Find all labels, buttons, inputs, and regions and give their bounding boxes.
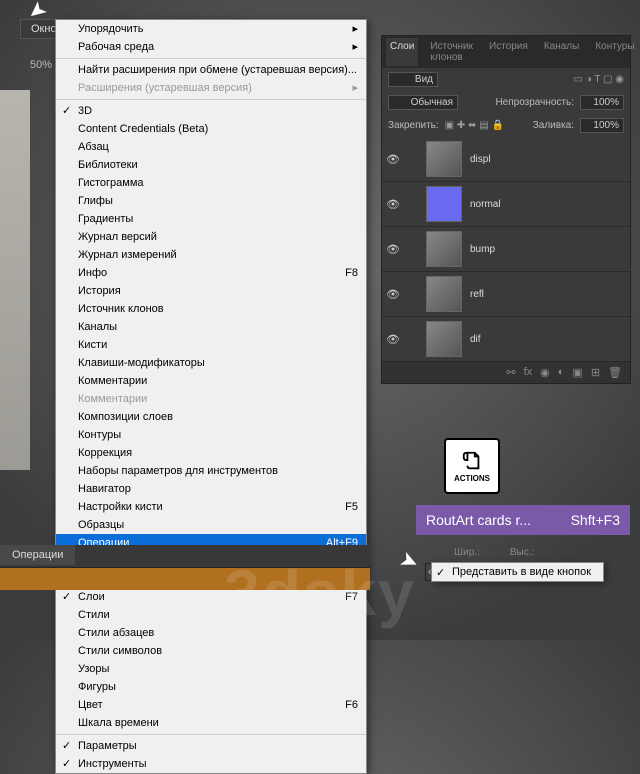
- menu-item[interactable]: Стили: [56, 606, 366, 624]
- blend-mode-select[interactable]: Обычная: [388, 95, 458, 110]
- check-icon: ✓: [436, 566, 445, 579]
- adjustment-icon[interactable]: ◐: [558, 366, 565, 379]
- layer-row[interactable]: 👁 normal: [382, 182, 630, 227]
- menu-item[interactable]: Кисти: [56, 336, 366, 354]
- group-icon[interactable]: ▣: [572, 366, 582, 379]
- dimension-labels: Шир.:Выс.:: [454, 547, 534, 558]
- layer-thumbnail[interactable]: [426, 276, 462, 312]
- layer-thumbnail[interactable]: [426, 186, 462, 222]
- visibility-icon[interactable]: 👁: [386, 153, 400, 166]
- panel-tabs: СлоиИсточник клоновИсторияКаналыКонтуры«: [382, 36, 630, 68]
- layer-row[interactable]: 👁 displ: [382, 137, 630, 182]
- layer-name[interactable]: displ: [470, 154, 491, 165]
- tutorial-arrow-2: ➤: [395, 545, 423, 576]
- layer-thumbnail[interactable]: [426, 231, 462, 267]
- actions-panel-body[interactable]: [0, 567, 370, 590]
- panel-tab[interactable]: Контуры: [591, 38, 638, 66]
- layer-name[interactable]: refl: [470, 289, 484, 300]
- menu-item[interactable]: Расширения (устаревшая версия)▸: [56, 79, 366, 97]
- menu-item[interactable]: Журнал версий: [56, 228, 366, 246]
- menu-item[interactable]: Образцы: [56, 516, 366, 534]
- menu-item[interactable]: Градиенты: [56, 210, 366, 228]
- menu-item[interactable]: Композиции слоев: [56, 408, 366, 426]
- lock-icons[interactable]: ▣ ✚ ⬌ ▤ 🔒: [445, 120, 504, 131]
- layer-name[interactable]: normal: [470, 199, 501, 210]
- action-shortcut: Shft+F3: [571, 512, 620, 528]
- menu-item[interactable]: Источник клонов: [56, 300, 366, 318]
- button-mode-item[interactable]: ✓ Представить в виде кнопок: [432, 563, 603, 581]
- window-dropdown-menu: Упорядочить▸Рабочая среда▸ Найти расширен…: [55, 19, 367, 774]
- menu-item[interactable]: ✓Параметры: [56, 737, 366, 755]
- layers-panel: СлоиИсточник клоновИсторияКаналыКонтуры«…: [381, 35, 631, 384]
- action-name: RoutArt cards r...: [426, 512, 531, 528]
- fill-value[interactable]: 100%: [580, 118, 624, 133]
- menu-item[interactable]: Гистограмма: [56, 174, 366, 192]
- script-icon: [461, 450, 483, 472]
- menu-item[interactable]: ✓Инструменты: [56, 755, 366, 773]
- link-layers-icon[interactable]: ⚯: [506, 366, 515, 379]
- menu-item[interactable]: Упорядочить▸: [56, 20, 366, 38]
- actions-panel: Операции: [0, 545, 370, 590]
- menu-item[interactable]: Комментарии: [56, 390, 366, 408]
- menu-item[interactable]: ✓СлоиF7: [56, 588, 366, 606]
- visibility-icon[interactable]: 👁: [386, 198, 400, 211]
- layer-thumbnail[interactable]: [426, 321, 462, 357]
- layer-name[interactable]: bump: [470, 244, 495, 255]
- layer-thumbnail[interactable]: [426, 141, 462, 177]
- opacity-value[interactable]: 100%: [580, 95, 624, 110]
- menu-item[interactable]: Фигуры: [56, 678, 366, 696]
- menu-item[interactable]: Каналы: [56, 318, 366, 336]
- layers-panel-footer: ⚯ fx ◉ ◐ ▣ ⊞ 🗑: [382, 362, 630, 383]
- menu-item[interactable]: Рабочая среда▸: [56, 38, 366, 56]
- panel-tab[interactable]: Слои: [386, 38, 418, 66]
- menu-item[interactable]: Стили абзацев: [56, 624, 366, 642]
- visibility-icon[interactable]: 👁: [386, 288, 400, 301]
- actions-panel-tab[interactable]: Операции: [0, 545, 75, 565]
- menu-item[interactable]: Клавиши-модификаторы: [56, 354, 366, 372]
- panel-tab[interactable]: Источник клонов: [426, 38, 477, 66]
- actions-label: ACTIONS: [454, 474, 490, 483]
- menu-item[interactable]: Коррекция: [56, 444, 366, 462]
- menu-item[interactable]: Узоры: [56, 660, 366, 678]
- layer-row[interactable]: 👁 bump: [382, 227, 630, 272]
- menu-item[interactable]: ЦветF6: [56, 696, 366, 714]
- menu-item[interactable]: Библиотеки: [56, 156, 366, 174]
- opacity-label: Непрозрачность:: [495, 97, 574, 108]
- menu-item[interactable]: Настройки кистиF5: [56, 498, 366, 516]
- new-layer-icon[interactable]: ⊞: [591, 366, 600, 379]
- panel-tab[interactable]: История: [485, 38, 532, 66]
- visibility-icon[interactable]: 👁: [386, 243, 400, 256]
- menu-item[interactable]: Контуры: [56, 426, 366, 444]
- actions-script-icon[interactable]: ACTIONS: [444, 438, 500, 494]
- panel-tab[interactable]: Каналы: [540, 38, 584, 66]
- visibility-icon[interactable]: 👁: [386, 333, 400, 346]
- menu-item[interactable]: Content Credentials (Beta): [56, 120, 366, 138]
- menu-item[interactable]: ✓3D: [56, 102, 366, 120]
- menu-item[interactable]: Найти расширения при обмене (устаревшая …: [56, 61, 366, 79]
- fill-label: Заливка:: [533, 120, 574, 131]
- mask-icon[interactable]: ◉: [540, 366, 550, 379]
- canvas-edge: [0, 90, 30, 470]
- menu-item[interactable]: Навигатор: [56, 480, 366, 498]
- delete-icon[interactable]: 🗑: [608, 366, 622, 379]
- lock-label: Закрепить:: [388, 120, 439, 131]
- menu-item[interactable]: ИнфоF8: [56, 264, 366, 282]
- menu-item[interactable]: Журнал измерений: [56, 246, 366, 264]
- layer-filter-select[interactable]: Вид: [388, 72, 438, 87]
- menu-item[interactable]: Наборы параметров для инструментов: [56, 462, 366, 480]
- layer-filter-icons[interactable]: ▭ ◑ T ▢ ◉: [573, 74, 624, 85]
- menu-item[interactable]: Абзац: [56, 138, 366, 156]
- menu-item[interactable]: Комментарии: [56, 372, 366, 390]
- menu-item[interactable]: Стили символов: [56, 642, 366, 660]
- layer-row[interactable]: 👁 refl: [382, 272, 630, 317]
- action-button[interactable]: RoutArt cards r... Shft+F3: [416, 505, 630, 535]
- menu-item[interactable]: Шкала времени: [56, 714, 366, 732]
- menu-item[interactable]: История: [56, 282, 366, 300]
- layer-row[interactable]: 👁 dif: [382, 317, 630, 362]
- fx-icon[interactable]: fx: [524, 366, 533, 379]
- menu-item[interactable]: Глифы: [56, 192, 366, 210]
- panel-flyout-menu: ✓ Представить в виде кнопок: [431, 562, 604, 582]
- layer-name[interactable]: dif: [470, 334, 481, 345]
